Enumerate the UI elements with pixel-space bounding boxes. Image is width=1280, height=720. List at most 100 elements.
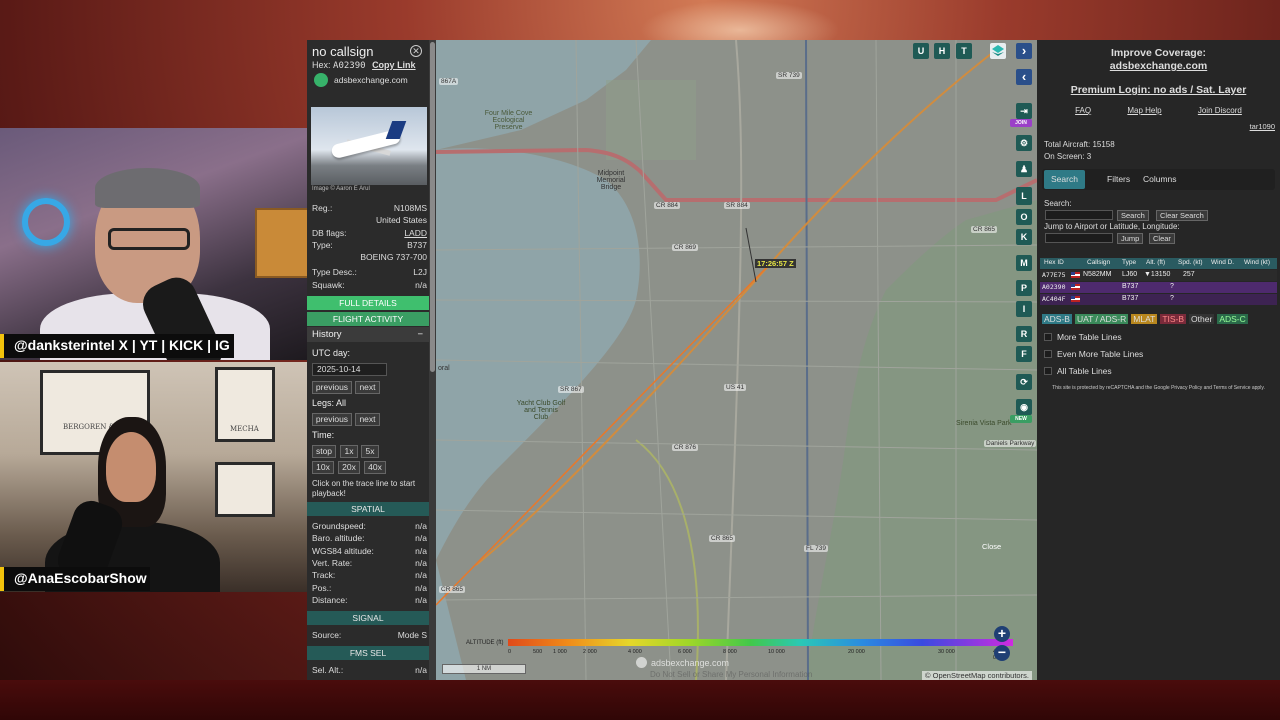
clear-search-button[interactable]: Clear Search	[1156, 210, 1208, 221]
clear-jump-button[interactable]: Clear	[1149, 233, 1175, 244]
map-button-k[interactable]: K	[1016, 229, 1032, 245]
search-button[interactable]: Search	[1117, 210, 1149, 221]
on-screen-count: On Screen: 3	[1044, 152, 1092, 161]
sel-alt-label: Sel. Alt.:	[312, 665, 344, 675]
map-view[interactable]: Midpoint Memorial Bridge oral Four Mile …	[436, 40, 1037, 680]
tab-search[interactable]: Search	[1044, 170, 1085, 189]
premium-login-link[interactable]: Premium Login: no ads / Sat. Layer	[1037, 84, 1280, 96]
row-hex: AC404F	[1042, 295, 1066, 303]
col-wind-dir[interactable]: Wind D.	[1211, 259, 1234, 266]
person-icon[interactable]: ♟	[1016, 161, 1032, 177]
tab-columns[interactable]: Columns	[1136, 170, 1184, 189]
speed-10x-button[interactable]: 10x	[312, 461, 334, 474]
speed-40x-button[interactable]: 40x	[364, 461, 386, 474]
map-button-u[interactable]: U	[913, 43, 929, 59]
checkbox-icon[interactable]	[1044, 367, 1052, 375]
map-button-h[interactable]: H	[934, 43, 950, 59]
close-icon[interactable]: ✕	[410, 45, 422, 57]
aircraft-photo[interactable]	[311, 107, 427, 185]
utc-day-input[interactable]: 2025-10-14	[312, 363, 387, 376]
table-row[interactable]: A77E75 N582MM LJ60 ▼13150 257	[1040, 270, 1277, 281]
jump-input[interactable]	[1045, 233, 1113, 243]
spatial-label: Baro. altitude:	[312, 533, 365, 544]
altitude-tick: 1 000	[553, 649, 567, 655]
map-button-m[interactable]: M	[1016, 255, 1032, 271]
flight-activity-button[interactable]: FLIGHT ACTIVITY	[307, 312, 429, 326]
map-button-o[interactable]: O	[1016, 209, 1032, 225]
faq-link[interactable]: FAQ	[1075, 106, 1091, 115]
stop-button[interactable]: stop	[312, 445, 336, 458]
trace-note: Click on the trace line to start playbac…	[312, 479, 416, 498]
coverage-link[interactable]: adsbexchange.com	[1037, 60, 1280, 73]
col-hex[interactable]: Hex ID	[1044, 259, 1064, 266]
jump-button[interactable]: Jump	[1117, 233, 1144, 244]
search-input[interactable]	[1045, 210, 1113, 220]
history-header[interactable]: History −	[307, 327, 429, 342]
even-more-table-lines-checkbox[interactable]: Even More Table Lines	[1044, 349, 1143, 359]
chevron-right-icon[interactable]: ›	[1016, 43, 1032, 59]
full-details-button[interactable]: FULL DETAILS	[307, 296, 429, 310]
day-next-button[interactable]: next	[355, 381, 380, 394]
map-canvas[interactable]	[436, 40, 1037, 680]
privacy-link[interactable]: Do Not Sell or Share My Personal Informa…	[650, 670, 812, 679]
road-label: Daniels Parkway	[984, 440, 1037, 447]
row-type: B737	[1122, 283, 1139, 290]
spatial-value: n/a	[415, 545, 427, 556]
chevron-left-icon[interactable]: ‹	[1016, 69, 1032, 85]
dbflags-value[interactable]: LADD	[404, 228, 427, 238]
speed-1x-button[interactable]: 1x	[340, 445, 358, 458]
col-spd[interactable]: Spd. (kt)	[1178, 259, 1203, 266]
site-link[interactable]: adsbexchange.com	[314, 73, 408, 87]
more-table-lines-checkbox[interactable]: More Table Lines	[1044, 332, 1122, 342]
map-button-t[interactable]: T	[956, 43, 972, 59]
login-icon[interactable]: ⇥	[1016, 103, 1032, 119]
map-button-f[interactable]: F	[1016, 346, 1032, 362]
settings-gear-icon[interactable]: ⚙	[1016, 135, 1032, 151]
tab-filters[interactable]: Filters	[1100, 170, 1137, 189]
day-previous-button[interactable]: previous	[312, 381, 352, 394]
leg-next-button[interactable]: next	[355, 413, 380, 426]
host-1-hair	[95, 168, 200, 208]
typedesc-row: Type Desc.: L2J	[312, 267, 427, 277]
road-label: CR 876	[672, 444, 699, 451]
speed-5x-button[interactable]: 5x	[361, 445, 379, 458]
checkbox-icon[interactable]	[1044, 333, 1052, 341]
col-wind-kt[interactable]: Wind (kt)	[1244, 259, 1270, 266]
zoom-out-icon[interactable]: −	[994, 645, 1010, 661]
col-callsign[interactable]: Callsign	[1087, 259, 1110, 266]
join-discord-link[interactable]: Join Discord	[1198, 106, 1242, 115]
altitude-legend-title: ALTITUDE (ft)	[466, 640, 504, 646]
history-title: History	[312, 329, 342, 340]
details-scrollbar[interactable]	[429, 40, 436, 680]
map-button-i[interactable]: I	[1016, 301, 1032, 317]
leg-previous-button[interactable]: previous	[312, 413, 352, 426]
collapse-icon[interactable]: −	[417, 327, 423, 342]
eye-icon[interactable]: ◉	[1016, 399, 1032, 415]
replay-icon[interactable]: ⟳	[1016, 374, 1032, 390]
map-button-p[interactable]: P	[1016, 280, 1032, 296]
map-button-r[interactable]: R	[1016, 326, 1032, 342]
tar1090-link[interactable]: tar1090	[1250, 122, 1275, 131]
all-table-lines-checkbox[interactable]: All Table Lines	[1044, 366, 1112, 376]
spatial-value: n/a	[415, 594, 427, 605]
source-legend: ADS-B UAT / ADS-R MLAT TIS-B Other ADS-C	[1042, 314, 1248, 324]
col-type[interactable]: Type	[1122, 259, 1136, 266]
table-row-selected[interactable]: A02390 B737 ?	[1040, 282, 1277, 293]
close-label[interactable]: Close	[982, 542, 1001, 551]
layers-icon[interactable]	[990, 43, 1006, 59]
checkbox-icon[interactable]	[1044, 350, 1052, 358]
flag-us-icon	[1071, 271, 1080, 279]
webcam-host-2: BERGOREN & CIE MECHA	[0, 362, 307, 592]
zoom-in-icon[interactable]: +	[994, 626, 1010, 642]
checkbox-label: All Table Lines	[1057, 366, 1112, 376]
map-help-link[interactable]: Map Help	[1127, 106, 1161, 115]
source-value: Mode S	[397, 630, 427, 640]
col-alt[interactable]: Alt. (ft)	[1146, 259, 1165, 266]
osm-attribution[interactable]: © OpenStreetMap contributors.	[922, 671, 1032, 680]
altitude-tick: 8 000	[723, 649, 737, 655]
speed-20x-button[interactable]: 20x	[338, 461, 360, 474]
map-button-l[interactable]: L	[1016, 187, 1032, 205]
scrollbar-thumb[interactable]	[430, 42, 435, 372]
table-row[interactable]: AC404F B737 ?	[1040, 294, 1277, 305]
copy-link[interactable]: Copy Link	[372, 60, 416, 70]
